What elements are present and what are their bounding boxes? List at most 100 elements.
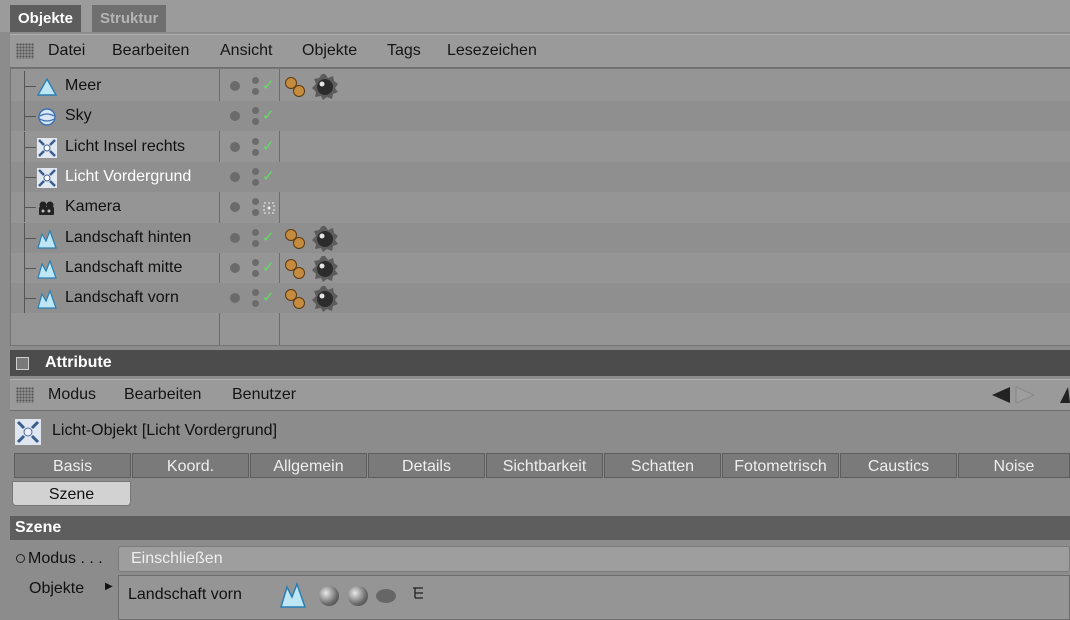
phong-tag-icon[interactable] (283, 75, 307, 99)
object-row[interactable]: Licht Vordergrund ✓ (11, 161, 1070, 192)
render-visibility-dot-icon[interactable] (252, 88, 259, 95)
attribute-tabs: Basis Koord. Allgemein Details Sichtbark… (14, 453, 1070, 479)
enabled-check-icon[interactable]: ✓ (262, 258, 275, 276)
editor-visibility-dot-icon[interactable] (252, 228, 259, 236)
editor-visibility-dot-icon[interactable] (252, 258, 259, 266)
up-arrow-icon[interactable] (1060, 387, 1070, 403)
enabled-check-icon[interactable]: ✓ (262, 228, 275, 246)
tab-koord[interactable]: Koord. (132, 453, 249, 478)
tab-fotometrisch[interactable]: Fotometrisch (722, 453, 839, 478)
hierarchy-icon[interactable] (411, 586, 425, 600)
object-label[interactable]: Licht Vordergrund (65, 162, 191, 192)
enabled-check-icon[interactable]: ✓ (262, 288, 275, 306)
layer-dot-icon[interactable] (230, 293, 240, 304)
tab-structure[interactable]: Struktur (92, 5, 167, 32)
phong-tag-icon[interactable] (283, 227, 307, 251)
phong-tag-icon[interactable] (283, 287, 307, 311)
tab-basis[interactable]: Basis (14, 453, 131, 478)
enabled-check-icon[interactable]: ✓ (262, 76, 275, 94)
object-row[interactable]: Sky ✓ (11, 101, 1070, 132)
menu-lesezeichen[interactable]: Lesezeichen (447, 35, 537, 67)
tab-objects[interactable]: Objekte (10, 5, 82, 32)
menu-ansicht[interactable]: Ansicht (220, 35, 272, 67)
layer-dot-icon[interactable] (230, 171, 240, 182)
enabled-check-icon[interactable]: ✓ (262, 167, 275, 185)
menu-bearbeiten[interactable]: Bearbeiten (112, 35, 189, 67)
object-label[interactable]: Landschaft hinten (65, 223, 191, 253)
tab-details[interactable]: Details (368, 453, 485, 478)
toggle-ball-icon[interactable] (376, 589, 396, 603)
objekte-list[interactable]: Landschaft vorn (118, 575, 1070, 620)
tab-schatten[interactable]: Schatten (604, 453, 721, 478)
tab-sichtbarkeit[interactable]: Sichtbarkeit (486, 453, 603, 478)
editor-visibility-dot-icon[interactable] (252, 137, 259, 145)
render-visibility-dot-icon[interactable] (252, 209, 259, 217)
grip-icon[interactable] (16, 43, 34, 59)
object-manager-menubar: Datei Bearbeiten Ansicht Objekte Tags Le… (10, 34, 1070, 68)
material-tag-icon[interactable] (311, 285, 339, 313)
tab-caustics[interactable]: Caustics (840, 453, 957, 478)
editor-visibility-dot-icon[interactable] (252, 107, 259, 115)
modus-select[interactable]: Einschließen (118, 546, 1070, 572)
material-tag-icon[interactable] (311, 73, 339, 101)
render-visibility-dot-icon[interactable] (252, 239, 259, 247)
grip-icon[interactable] (16, 387, 34, 403)
layer-dot-icon[interactable] (230, 111, 240, 122)
render-visibility-dot-icon[interactable] (252, 178, 259, 186)
forward-arrow-icon[interactable] (1015, 386, 1036, 404)
menu-bearbeiten-attr[interactable]: Bearbeiten (124, 380, 201, 410)
plane-icon (37, 77, 57, 96)
object-row[interactable]: Kamera (11, 192, 1070, 223)
object-label[interactable]: Sky (65, 101, 92, 131)
layer-dot-icon[interactable] (230, 262, 240, 273)
object-label[interactable]: Landschaft vorn (65, 283, 179, 313)
menu-objekte[interactable]: Objekte (302, 35, 357, 67)
menu-modus[interactable]: Modus (48, 380, 96, 410)
object-row[interactable]: Landschaft vorn ✓ (11, 283, 1070, 314)
object-title-row: Licht-Objekt [Licht Vordergrund] (10, 413, 1070, 449)
editor-visibility-dot-icon[interactable] (252, 167, 259, 175)
tab-allgemein[interactable]: Allgemein (250, 453, 367, 478)
list-item[interactable]: Landschaft vorn (128, 584, 242, 606)
object-row[interactable]: Landschaft hinten ✓ (11, 222, 1070, 253)
render-visibility-dot-icon[interactable] (252, 300, 259, 308)
render-visibility-dot-icon[interactable] (252, 118, 259, 126)
animation-radio-icon[interactable] (16, 554, 25, 564)
render-visibility-dot-icon[interactable] (252, 148, 259, 156)
tree-branch (24, 237, 36, 239)
menu-benutzer[interactable]: Benutzer (232, 380, 296, 410)
object-label[interactable]: Licht Insel rechts (65, 132, 185, 162)
expand-triangle-icon[interactable]: ▶ (105, 581, 113, 592)
menu-datei[interactable]: Datei (48, 35, 85, 67)
layer-dot-icon[interactable] (230, 202, 240, 213)
layer-dot-icon[interactable] (230, 232, 240, 243)
phong-tag-icon[interactable] (283, 257, 307, 281)
tab-szene[interactable]: Szene (12, 481, 131, 506)
toggle-ball-icon[interactable] (348, 586, 368, 606)
enabled-check-icon[interactable]: ✓ (262, 106, 275, 124)
tree-branch (24, 176, 36, 178)
object-row[interactable]: Licht Insel rechts ✓ (11, 131, 1070, 162)
layer-dot-icon[interactable] (230, 81, 240, 91)
landscape-icon (37, 228, 57, 249)
material-tag-icon[interactable] (311, 225, 339, 253)
editor-visibility-dot-icon[interactable] (252, 289, 259, 297)
back-arrow-icon[interactable] (992, 387, 1010, 403)
object-label[interactable]: Meer (65, 71, 101, 101)
render-visibility-dot-icon[interactable] (252, 269, 259, 277)
object-label[interactable]: Kamera (65, 192, 121, 222)
target-icon[interactable] (263, 202, 275, 214)
menu-tags[interactable]: Tags (387, 35, 421, 67)
tree-branch (24, 298, 36, 300)
material-tag-icon[interactable] (311, 255, 339, 283)
editor-visibility-dot-icon[interactable] (252, 77, 259, 84)
tab-noise[interactable]: Noise (958, 453, 1070, 478)
object-row[interactable]: Meer ✓ (11, 71, 1070, 101)
layer-dot-icon[interactable] (230, 141, 240, 152)
object-label[interactable]: Landschaft mitte (65, 253, 182, 283)
editor-visibility-dot-icon[interactable] (252, 198, 259, 206)
enabled-check-icon[interactable]: ✓ (262, 137, 275, 155)
panel-toggle-icon[interactable] (16, 357, 29, 370)
toggle-ball-icon[interactable] (319, 586, 339, 606)
object-row[interactable]: Landschaft mitte ✓ (11, 252, 1070, 283)
